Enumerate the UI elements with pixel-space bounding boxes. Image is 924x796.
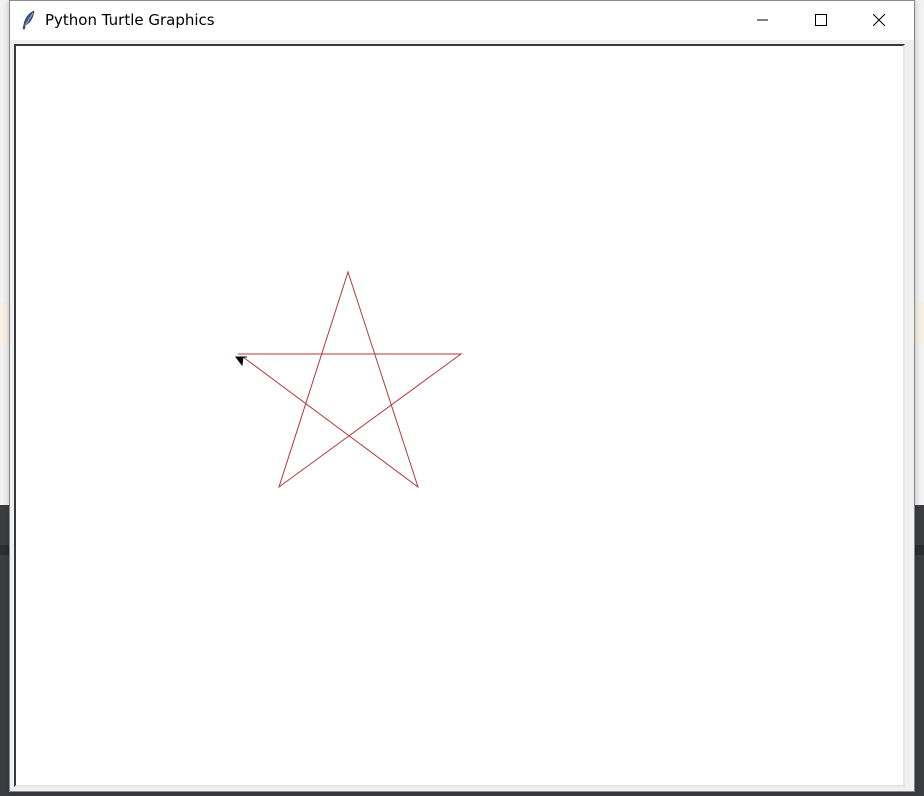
title-bar[interactable]: Python Turtle Graphics <box>10 1 914 40</box>
maximize-icon <box>815 11 827 30</box>
close-icon <box>872 11 886 30</box>
turtle-window: Python Turtle Graphics <box>9 0 915 792</box>
close-button[interactable] <box>850 1 908 40</box>
star-drawing <box>238 270 463 489</box>
minimize-button[interactable] <box>734 1 792 40</box>
maximize-button[interactable] <box>792 1 850 40</box>
turtle-canvas-area[interactable] <box>14 44 905 787</box>
window-title: Python Turtle Graphics <box>45 11 215 29</box>
feather-icon[interactable] <box>21 10 37 30</box>
turtle-canvas[interactable] <box>16 46 903 785</box>
minimize-icon <box>757 11 769 30</box>
